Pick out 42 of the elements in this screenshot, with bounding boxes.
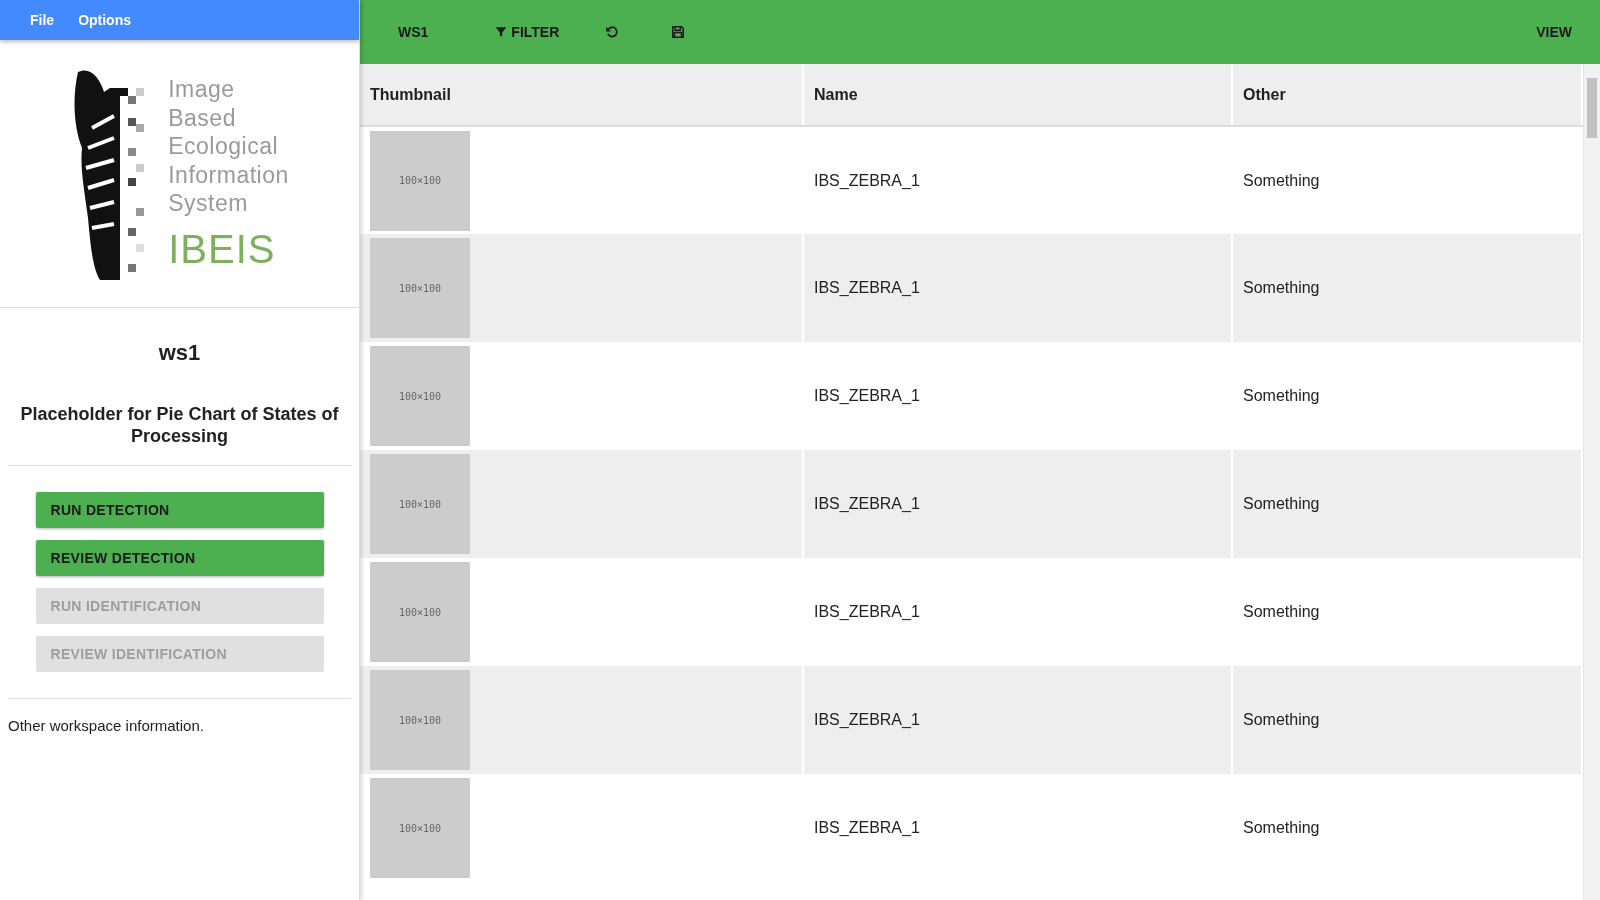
column-header: Other — [1232, 64, 1582, 126]
table-cell: Something — [1232, 342, 1582, 450]
table-cell: IBS_ZEBRA_1 — [803, 666, 1232, 774]
workspace-tab[interactable]: WS1 — [390, 15, 437, 49]
action-button[interactable]: RUN DETECTION — [35, 492, 324, 528]
logo-text-line: Image — [168, 75, 236, 104]
chart-placeholder-text: Placeholder for Pie Chart of States of Processing — [19, 403, 340, 447]
workspace-title: ws1 — [157, 339, 202, 367]
menu-item[interactable]: File — [20, 5, 65, 35]
save-icon — [671, 25, 686, 39]
filter-button[interactable]: FILTER — [486, 15, 568, 49]
thumbnail-size-label: 100×100 — [398, 174, 442, 188]
thumbnail-size-label: 100×100 — [398, 821, 442, 836]
logo-wordmark: IBEIS — [168, 225, 277, 272]
thumbnail-size-label: 100×100 — [398, 281, 442, 296]
logo-text-line: Based — [168, 103, 237, 133]
undo-icon — [605, 25, 620, 39]
table-cell: Something — [1232, 234, 1582, 342]
logo-text-line: Ecological — [168, 132, 280, 161]
logo-text-line: System — [168, 189, 249, 218]
action-button[interactable]: REVIEW DETECTION — [35, 540, 324, 576]
table-cell: Something — [1232, 558, 1582, 666]
column-header: Thumbnail — [360, 64, 803, 126]
table-cell: IBS_ZEBRA_1 — [803, 342, 1232, 450]
thumbnail-size-label: 100×100 — [398, 605, 442, 620]
table-cell: IBS_ZEBRA_1 — [803, 126, 1232, 234]
scrollbar[interactable] — [1583, 64, 1600, 900]
thumbnail-size-label: 100×100 — [398, 713, 442, 728]
table-cell: Something — [1232, 666, 1582, 774]
filter-icon — [494, 25, 509, 39]
table-cell: IBS_ZEBRA_1 — [803, 450, 1232, 558]
thumbnail-size-label: 100×100 — [398, 389, 442, 404]
view-button[interactable]: VIEW — [1528, 15, 1580, 49]
logo-text-line: Information — [168, 160, 289, 190]
column-header: Name — [803, 64, 1232, 126]
table-cell: IBS_ZEBRA_1 — [803, 558, 1232, 666]
table-cell: IBS_ZEBRA_1 — [803, 234, 1232, 342]
table-cell: Something — [1232, 126, 1582, 234]
menu-item[interactable]: Options — [68, 5, 141, 35]
thumbnail-size-label: 100×100 — [398, 497, 442, 512]
table-cell: Something — [1232, 450, 1582, 558]
workspace-info-text: Other workspace information. — [7, 716, 205, 736]
